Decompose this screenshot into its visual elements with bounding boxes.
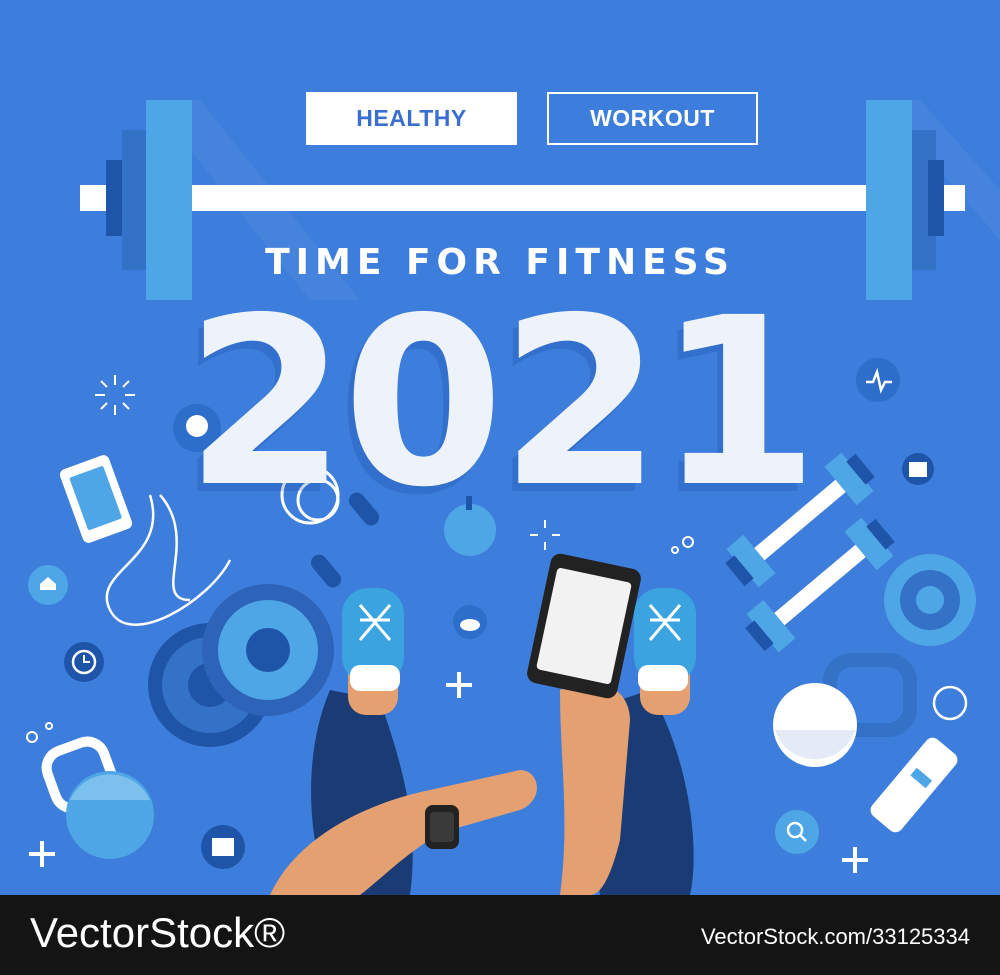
athlete-figure xyxy=(270,553,696,895)
footer-brand: VectorStock® xyxy=(30,909,286,956)
kettlebell-white-icon xyxy=(773,653,917,767)
search-icon xyxy=(775,810,819,854)
smartphone-icon xyxy=(527,553,641,699)
weight-plate-icon xyxy=(884,554,976,646)
weight-plates-icon xyxy=(148,584,334,747)
healthy-tag: HEALTHY xyxy=(306,92,517,145)
cloud-icon xyxy=(453,605,487,639)
map-pin-icon xyxy=(201,825,245,869)
right-shoe-icon xyxy=(634,588,696,691)
left-shoe-icon xyxy=(342,588,404,691)
home-icon xyxy=(28,565,68,605)
fitness-illustration: HEALTHY WORKOUT TIME FOR FITNESS 2021 Ve… xyxy=(0,0,1000,975)
year-title: 2021 xyxy=(185,268,819,538)
footer-image-id: VectorStock.com/33125334 xyxy=(700,924,970,949)
kettlebell-icon xyxy=(41,736,154,859)
workout-tag: WORKOUT xyxy=(547,92,758,145)
water-bottle-icon xyxy=(870,737,958,833)
footer-bar: VectorStock® VectorStock.com/33125334 xyxy=(0,895,1000,975)
clock-icon xyxy=(64,642,104,682)
